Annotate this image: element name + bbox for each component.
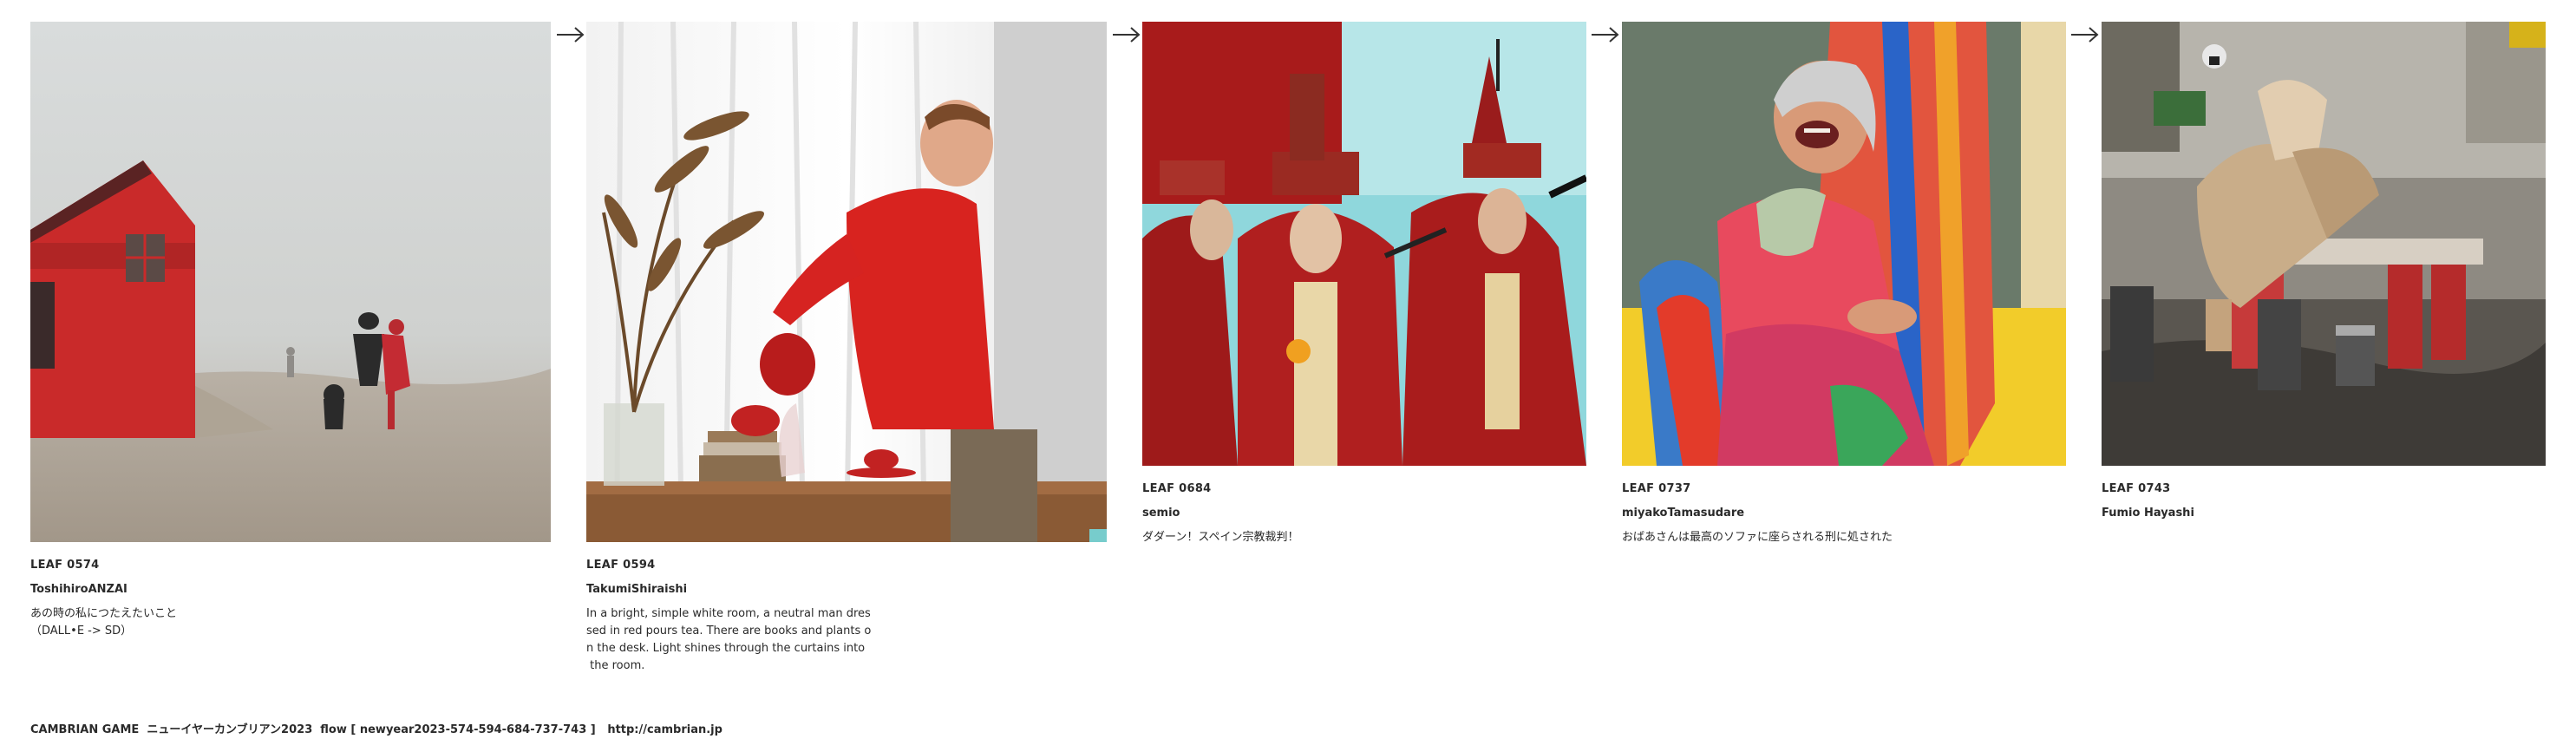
leaf-author[interactable]: semio: [1142, 505, 1586, 522]
leaf-id: LEAF 0574: [30, 559, 100, 572]
leaf-card: LEAF 0594 TakumiShiraishi In a bright, s…: [586, 22, 1107, 675]
leaf-author[interactable]: TakumiShiraishi: [586, 581, 1107, 598]
leaf-image-abstract-street-collage[interactable]: [2102, 22, 2546, 466]
leaf-author[interactable]: Fumio Hayashi: [2102, 505, 2546, 522]
right-arrow-icon: [556, 24, 585, 45]
leaf-image-red-robed-inquisitors[interactable]: [1142, 22, 1586, 466]
footer: CAMBRIAN GAME ニューイヤーカンブリアン2023 flow [ ne…: [30, 720, 722, 736]
leaf-id: LEAF 0743: [2102, 482, 2171, 495]
leaf-description: In a bright, simple white room, a neutra…: [586, 607, 872, 672]
leaf-description: ダダーン！スペイン宗教裁判！: [1142, 531, 1299, 544]
leaf-card: LEAF 0574 ToshihiroANZAI あの時の私につたえたいこと （…: [30, 22, 551, 640]
right-arrow-icon: [2070, 24, 2100, 45]
flow-page: LEAF 0574 ToshihiroANZAI あの時の私につたえたいこと （…: [0, 0, 2576, 752]
leaf-id: LEAF 0737: [1622, 482, 1691, 495]
leaf-card: LEAF 0737 miyakoTamasudare おばあさんは最高のソファに…: [1622, 22, 2066, 546]
leaf-card: LEAF 0684 semio ダダーン！スペイン宗教裁判！: [1142, 22, 1586, 546]
footer-flow-text: CAMBRIAN GAME ニューイヤーカンブリアン2023 flow [ ne…: [30, 723, 596, 736]
leaf-image-laughing-grandmother[interactable]: [1622, 22, 2066, 466]
leaf-description: おばあさんは最高のソファに座らされる刑に処された: [1622, 531, 1893, 544]
leaf-id: LEAF 0684: [1142, 482, 1212, 495]
leaf-card: LEAF 0743 Fumio Hayashi: [2102, 22, 2546, 529]
footer-site-link[interactable]: http://cambrian.jp: [607, 723, 722, 736]
leaf-image-man-pouring-tea[interactable]: [586, 22, 1107, 542]
leaf-description: あの時の私につたえたいこと （DALL•E -> SD）: [30, 607, 178, 638]
leaf-id: LEAF 0594: [586, 559, 656, 572]
leaf-image-red-house[interactable]: [30, 22, 551, 542]
right-arrow-icon: [1591, 24, 1620, 45]
leaf-author[interactable]: miyakoTamasudare: [1622, 505, 2066, 522]
leaf-author[interactable]: ToshihiroANZAI: [30, 581, 551, 598]
right-arrow-icon: [1112, 24, 1141, 45]
